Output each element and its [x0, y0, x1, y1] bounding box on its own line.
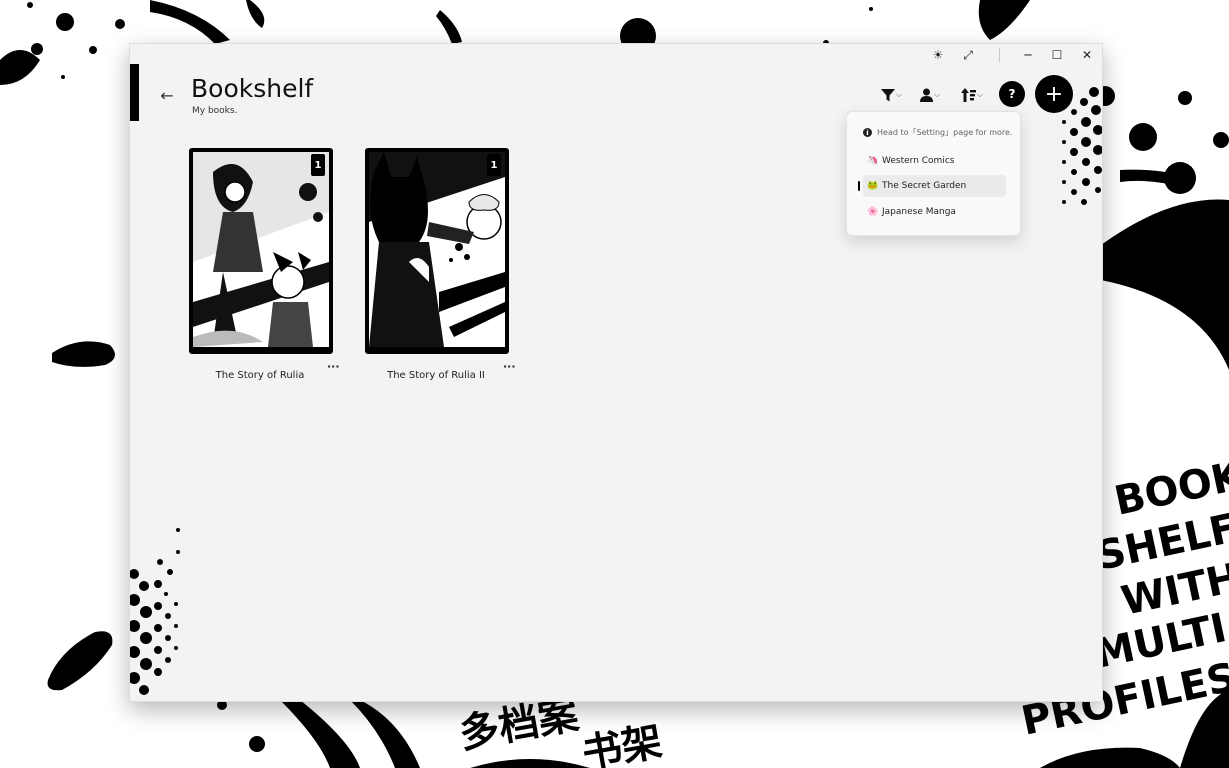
- sort-icon: [961, 88, 976, 102]
- app-window: ☀ ⤢ ─ ☐ ✕ ← Bookshelf My books. ⌵ ⌵ ⌵ ? …: [129, 43, 1103, 702]
- cherry-blossom-icon: 🌸: [867, 207, 879, 217]
- funnel-icon: [881, 88, 895, 101]
- person-icon: [920, 88, 933, 102]
- background-lettering: 书架: [579, 719, 666, 768]
- caption-separator: [999, 48, 1000, 62]
- selected-indicator: [858, 181, 860, 191]
- unicorn-icon: 🦄: [867, 156, 879, 166]
- chevron-down-icon: ⌵: [934, 90, 941, 99]
- profile-item-western-comics[interactable]: 🦄 Western Comics: [863, 150, 1006, 172]
- profile-item-label: Western Comics: [882, 156, 955, 166]
- profile-button[interactable]: ⌵: [920, 84, 940, 106]
- profile-menu: i Head to「Setting」page for more. 🦄 Weste…: [846, 111, 1021, 236]
- info-icon: i: [863, 128, 872, 137]
- sort-button[interactable]: ⌵: [961, 84, 983, 106]
- settings-hint: i Head to「Setting」page for more.: [863, 127, 1012, 138]
- page-title: Bookshelf: [191, 74, 314, 103]
- book-cover[interactable]: 1: [189, 148, 333, 354]
- halftone-decoration: [1062, 87, 1102, 205]
- fullscreen-icon[interactable]: ⤢: [953, 44, 983, 66]
- accent-bar: [130, 64, 139, 121]
- profile-item-japanese-manga[interactable]: 🌸 Japanese Manga: [863, 201, 1006, 223]
- cover-illustration: [192, 151, 330, 348]
- chevron-down-icon: ⌵: [977, 90, 984, 99]
- frog-icon: 🐸: [867, 181, 879, 191]
- settings-hint-text: Head to「Setting」page for more.: [877, 128, 1013, 137]
- book-title: The Story of Rulia: [215, 370, 305, 381]
- theme-toggle-icon[interactable]: ☀: [923, 44, 953, 66]
- profile-item-label: The Secret Garden: [882, 181, 967, 191]
- unread-count-badge: 1: [487, 154, 501, 176]
- filter-button[interactable]: ⌵: [881, 84, 902, 106]
- back-arrow-icon: ←: [160, 85, 174, 105]
- book-title: The Story of Rulia II: [387, 370, 485, 381]
- book-cover[interactable]: 1: [365, 148, 509, 354]
- back-button[interactable]: ←: [156, 84, 178, 106]
- more-options-icon[interactable]: ···: [503, 360, 516, 373]
- close-button[interactable]: ✕: [1072, 44, 1102, 66]
- cover-illustration: [368, 151, 506, 348]
- profile-item-label: Japanese Manga: [882, 207, 956, 217]
- profile-item-the-secret-garden[interactable]: 🐸 The Secret Garden: [858, 175, 1006, 197]
- halftone-decoration: [130, 528, 180, 695]
- help-button[interactable]: ?: [999, 81, 1025, 107]
- chevron-down-icon: ⌵: [896, 90, 903, 99]
- more-options-icon[interactable]: ···: [327, 360, 340, 373]
- page-subtitle: My books.: [192, 106, 238, 116]
- minimize-button[interactable]: ─: [1013, 44, 1043, 66]
- maximize-button[interactable]: ☐: [1042, 44, 1072, 66]
- unread-count-badge: 1: [311, 154, 325, 176]
